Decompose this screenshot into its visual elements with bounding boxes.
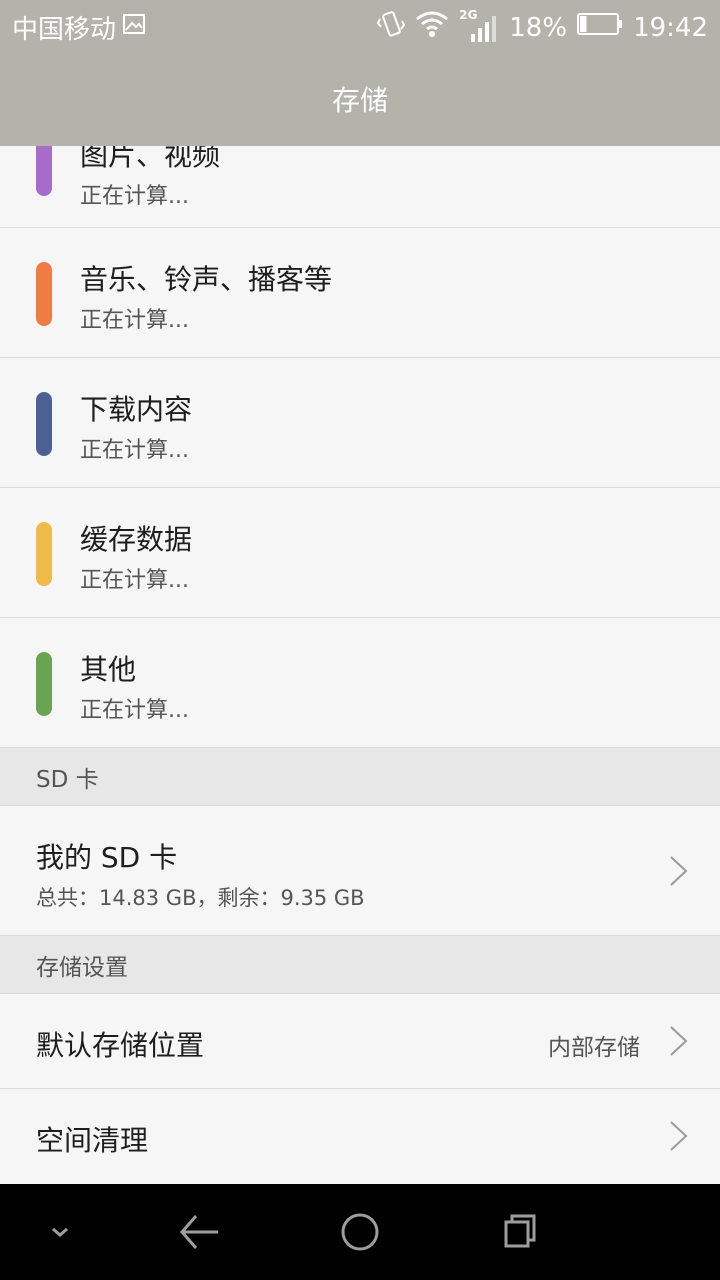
space-cleanup-label: 空间清理 (36, 1124, 149, 1157)
chevron-right-icon (670, 856, 688, 886)
section-header-sd: SD 卡 (0, 748, 720, 806)
category-color-bar (36, 262, 52, 326)
image-icon (122, 12, 146, 43)
category-title: 缓存数据 (80, 523, 193, 556)
category-color-bar (36, 146, 52, 196)
category-color-bar (36, 522, 52, 586)
category-status: 正在计算... (80, 698, 189, 723)
category-status: 正在计算... (80, 438, 189, 463)
category-color-bar (36, 652, 52, 716)
navigation-bar (0, 1184, 720, 1280)
section-header-storage-settings: 存储设置 (0, 936, 720, 994)
page-title: 存储 (331, 84, 388, 117)
category-pictures-videos[interactable]: 图片、视频 正在计算... (0, 146, 720, 228)
battery-percent: 18% (509, 12, 568, 43)
default-storage-location-item[interactable]: 默认存储位置 内部存储 (0, 994, 720, 1089)
category-title: 图片、视频 (80, 146, 221, 172)
vibrate-icon (377, 9, 406, 46)
category-other[interactable]: 其他 正在计算... (0, 618, 720, 748)
carrier-name: 中国移动 (12, 15, 117, 45)
sd-card-summary: 总共：14.83 GB，剩余：9.35 GB (36, 886, 365, 910)
wifi-icon (415, 10, 449, 45)
category-title: 下载内容 (80, 393, 193, 426)
back-arrow-icon[interactable] (176, 1208, 224, 1256)
storage-list[interactable]: 图片、视频 正在计算... 音乐、铃声、播客等 正在计算... 下载内容 正在计… (0, 146, 720, 1184)
sd-card-title: 我的 SD 卡 (36, 841, 178, 874)
category-color-bar (36, 392, 52, 456)
category-status: 正在计算... (80, 184, 189, 209)
signal-icon: 2G (459, 8, 499, 44)
category-cache[interactable]: 缓存数据 正在计算... (0, 488, 720, 618)
default-storage-location-label: 默认存储位置 (36, 1029, 205, 1062)
home-circle-icon[interactable] (336, 1208, 384, 1256)
chevron-down-icon[interactable] (36, 1208, 84, 1256)
chevron-right-icon (670, 1121, 688, 1151)
battery-icon (577, 12, 623, 43)
category-downloads[interactable]: 下载内容 正在计算... (0, 358, 720, 488)
chevron-right-icon (670, 1026, 688, 1056)
default-storage-location-value: 内部存储 (548, 1035, 640, 1061)
category-status: 正在计算... (80, 568, 189, 593)
action-bar: 存储 (0, 52, 720, 146)
clock: 19:42 (633, 12, 708, 43)
sd-card-item[interactable]: 我的 SD 卡 总共：14.83 GB，剩余：9.35 GB (0, 806, 720, 936)
category-title: 其他 (80, 653, 137, 686)
space-cleanup-item[interactable]: 空间清理 (0, 1089, 720, 1184)
recents-icon[interactable] (496, 1208, 544, 1256)
category-status: 正在计算... (80, 308, 189, 333)
battery-fill (580, 16, 587, 32)
category-title: 音乐、铃声、播客等 (80, 263, 333, 296)
category-music-ringtones[interactable]: 音乐、铃声、播客等 正在计算... (0, 228, 720, 358)
status-bar: 中国移动 2G 18% 19:42 (0, 0, 720, 52)
